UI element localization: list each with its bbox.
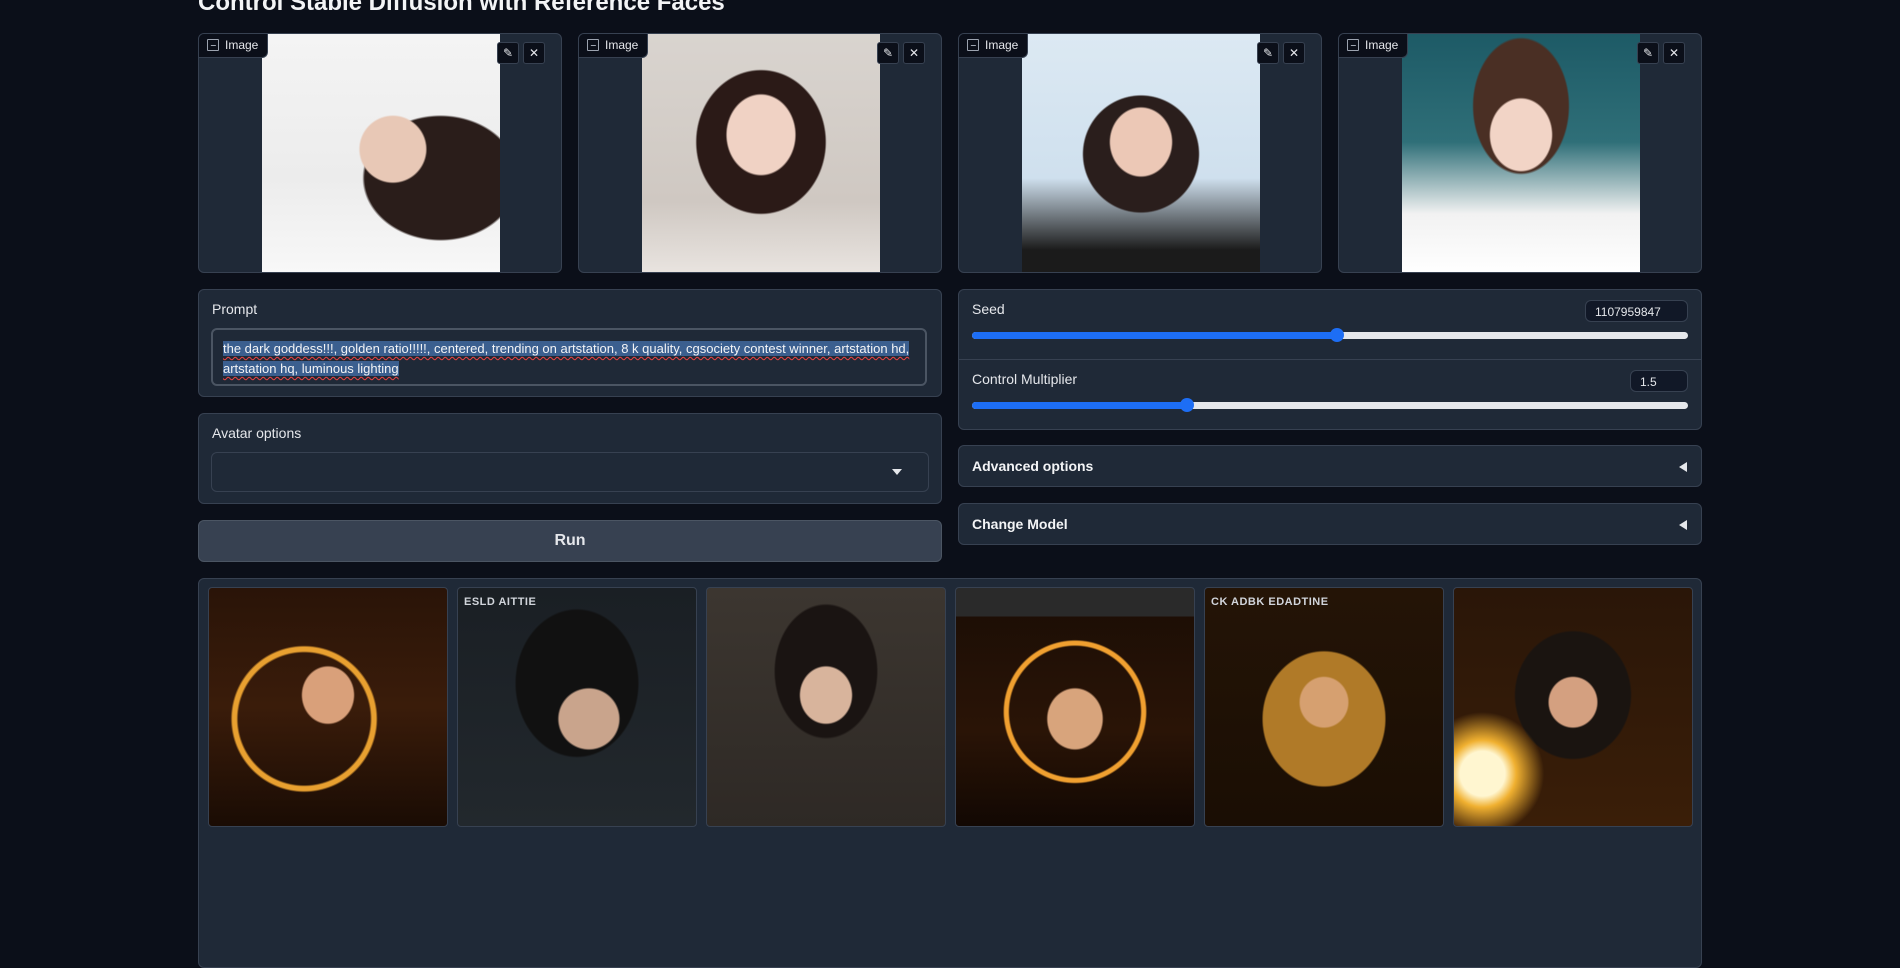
gallery-image[interactable] (208, 587, 448, 827)
reference-photo (1022, 34, 1260, 272)
image-label: Image (579, 34, 649, 58)
gallery-image[interactable]: ESLD AITTIE (457, 587, 697, 827)
reference-image-3[interactable]: Image ✎ ✕ (958, 33, 1322, 273)
edit-icon[interactable]: ✎ (877, 42, 899, 64)
reference-image-2[interactable]: Image ✎ ✕ (578, 33, 942, 273)
image-icon (587, 39, 599, 51)
change-model-accordion[interactable]: Change Model (958, 503, 1702, 545)
control-multiplier-label: Control Multiplier (972, 371, 1078, 387)
image-label: Image (1339, 34, 1409, 58)
seed-label: Seed (972, 301, 1005, 317)
gallery-caption: CK ADBK EDADTINE (1211, 596, 1329, 608)
seed-slider-thumb[interactable] (1330, 328, 1345, 342)
output-gallery: ESLD AITTIE CK ADBK EDADTINE (198, 578, 1702, 968)
chevron-left-icon (1679, 520, 1687, 530)
prompt-input[interactable]: the dark goddess!!!, golden ratio!!!!!, … (211, 328, 927, 386)
control-multiplier-slider-thumb[interactable] (1179, 398, 1194, 412)
reference-photo (642, 34, 880, 272)
image-label: Image (199, 34, 269, 58)
edit-icon[interactable]: ✎ (497, 42, 519, 64)
edit-icon[interactable]: ✎ (1257, 42, 1279, 64)
gallery-image[interactable] (955, 587, 1195, 827)
run-button[interactable]: Run (198, 520, 942, 562)
control-multiplier-input[interactable]: 1.5 (1630, 370, 1688, 392)
edit-icon[interactable]: ✎ (1637, 42, 1659, 64)
close-icon[interactable]: ✕ (1663, 42, 1685, 64)
sliders-block: Seed 1107959847 Control Multiplier 1.5 (958, 289, 1702, 430)
reference-image-4[interactable]: Image ✎ ✕ (1338, 33, 1702, 273)
advanced-options-label: Advanced options (972, 458, 1094, 474)
advanced-options-accordion[interactable]: Advanced options (958, 445, 1702, 487)
gallery-image[interactable] (706, 587, 946, 827)
chevron-left-icon (1679, 462, 1687, 472)
reference-photo (262, 34, 500, 272)
avatar-options-label: Avatar options (212, 425, 302, 441)
control-multiplier-slider[interactable] (972, 398, 1688, 412)
image-label: Image (959, 34, 1029, 58)
seed-slider-fill (972, 332, 1338, 339)
prompt-label: Prompt (212, 301, 258, 317)
prompt-block: Prompt the dark goddess!!!, golden ratio… (198, 289, 942, 397)
close-icon[interactable]: ✕ (903, 42, 925, 64)
control-multiplier-slider-fill (972, 402, 1187, 409)
reference-photo (1402, 34, 1640, 272)
reference-image-1[interactable]: Image ✎ ✕ (198, 33, 562, 273)
gallery-image[interactable] (1453, 587, 1693, 827)
avatar-options-select[interactable] (211, 452, 929, 492)
image-icon (967, 39, 979, 51)
seed-input[interactable]: 1107959847 (1585, 300, 1688, 322)
change-model-label: Change Model (972, 516, 1068, 532)
image-icon (207, 39, 219, 51)
avatar-options-block: Avatar options (198, 413, 942, 504)
close-icon[interactable]: ✕ (523, 42, 545, 64)
seed-slider[interactable] (972, 328, 1688, 342)
gallery-image[interactable]: CK ADBK EDADTINE (1204, 587, 1444, 827)
close-icon[interactable]: ✕ (1283, 42, 1305, 64)
chevron-down-icon (892, 469, 902, 475)
image-icon (1347, 39, 1359, 51)
prompt-text: the dark goddess!!!, golden ratio!!!!!, … (223, 341, 910, 376)
gallery-caption: ESLD AITTIE (464, 596, 537, 608)
page-title: Control Stable Diffusion with Reference … (198, 0, 725, 16)
